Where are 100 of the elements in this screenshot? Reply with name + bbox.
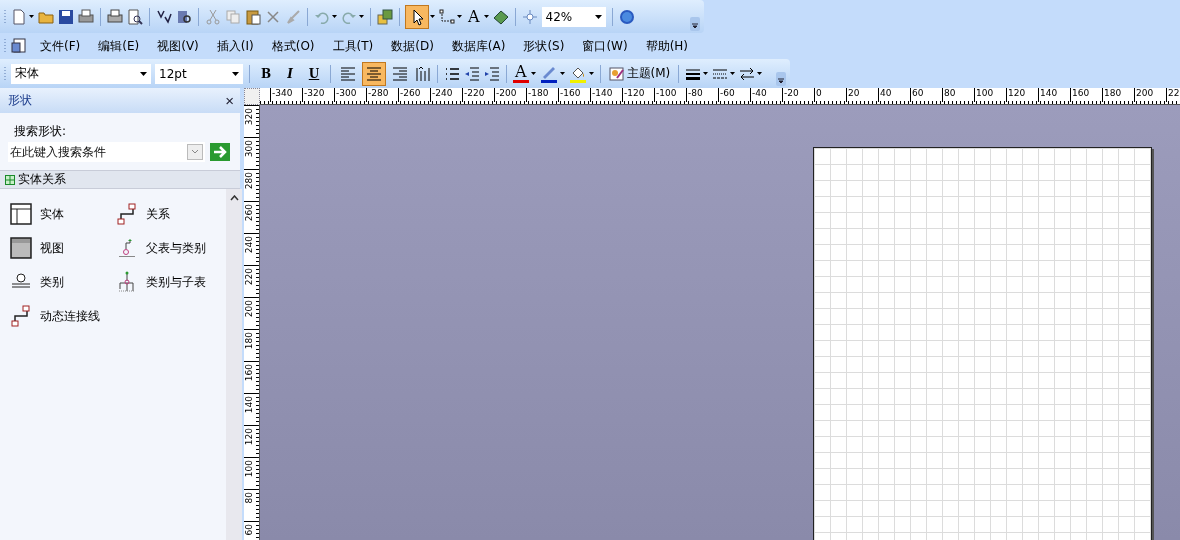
- ruler-label: 140: [244, 396, 255, 414]
- go-arrow-icon[interactable]: [210, 143, 230, 161]
- dropdown-icon[interactable]: [359, 15, 364, 18]
- dropdown-icon[interactable]: [530, 72, 536, 75]
- ruler-label: 80: [244, 492, 255, 504]
- dropdown-icon[interactable]: [588, 72, 594, 75]
- bullet-list-icon[interactable]: [444, 65, 460, 82]
- distribute-icon[interactable]: [415, 65, 431, 82]
- ruler-label: 160: [244, 364, 255, 382]
- connector-icon[interactable]: [439, 8, 455, 25]
- close-button[interactable]: ×: [225, 92, 234, 109]
- ruler-label: 220: [244, 268, 255, 286]
- connector-icon: [116, 203, 138, 225]
- dropdown-icon[interactable]: [29, 15, 34, 18]
- shape-item[interactable]: 实体: [10, 197, 116, 231]
- ruler-label: 60: [244, 524, 255, 536]
- scrollbar[interactable]: [226, 189, 242, 540]
- menu-item[interactable]: 工具(T): [325, 37, 381, 55]
- printer-icon[interactable]: [107, 8, 123, 25]
- shape-item[interactable]: 类别与子表: [116, 265, 226, 299]
- spelling-icon[interactable]: [156, 8, 172, 25]
- menu-item[interactable]: 帮助(H): [638, 37, 695, 55]
- dropdown-icon[interactable]: [594, 14, 602, 19]
- ruler-label: -160: [558, 88, 590, 102]
- increase-indent-icon[interactable]: [484, 65, 500, 82]
- align-center-button[interactable]: [363, 62, 385, 85]
- stencil-title: 实体关系: [18, 171, 66, 188]
- underline-button[interactable]: U: [304, 66, 324, 81]
- save-icon[interactable]: [58, 8, 74, 25]
- theme-button[interactable]: 主题(M): [606, 65, 673, 82]
- toolbar-options-icon[interactable]: [776, 72, 786, 86]
- print-preview-icon[interactable]: [127, 8, 143, 25]
- text-tool-button[interactable]: A: [466, 7, 482, 26]
- ruler-label: -240: [430, 88, 462, 102]
- menu-item[interactable]: 视图(V): [150, 37, 206, 55]
- ruler-label: -300: [334, 88, 366, 102]
- menu-item[interactable]: 窗口(W): [575, 37, 635, 55]
- shape-item[interactable]: 父表与类别: [116, 231, 226, 265]
- font-dropdown[interactable]: 宋体: [11, 63, 151, 84]
- toolbar-options-icon[interactable]: [690, 17, 700, 31]
- dropdown-icon[interactable]: [232, 71, 239, 76]
- ruler-label: 240: [244, 236, 255, 254]
- italic-button[interactable]: I: [280, 66, 300, 81]
- decrease-indent-icon[interactable]: [464, 65, 480, 82]
- pan-icon[interactable]: [521, 8, 538, 25]
- menu-item[interactable]: 编辑(E): [91, 37, 147, 55]
- ruler-label: 22: [1166, 88, 1180, 102]
- stencil-header[interactable]: 实体关系: [0, 170, 240, 189]
- search-box[interactable]: 在此键入搜索条件: [8, 142, 205, 162]
- font-size-dropdown[interactable]: 12pt: [155, 63, 243, 84]
- ruler-label: 60: [910, 88, 942, 102]
- document-icon[interactable]: [11, 38, 27, 54]
- shape-item[interactable]: 动态连接线: [10, 299, 116, 333]
- zoom-dropdown[interactable]: 42%: [541, 6, 606, 27]
- dropdown-icon[interactable]: [457, 15, 462, 18]
- ruler-label: -340: [270, 88, 302, 102]
- shape-item[interactable]: 关系: [116, 197, 226, 231]
- ruler-label: -40: [750, 88, 782, 102]
- dropdown-icon[interactable]: [140, 71, 147, 76]
- ruler-label: -220: [462, 88, 494, 102]
- dropdown-icon[interactable]: [430, 15, 435, 18]
- window-icon: [10, 237, 32, 259]
- scroll-up-icon[interactable]: [229, 195, 239, 201]
- ruler-label: -60: [718, 88, 750, 102]
- dropdown-icon[interactable]: [703, 72, 709, 75]
- menu-item[interactable]: 格式(O): [264, 37, 322, 55]
- ruler-label: 100: [244, 460, 255, 478]
- drawing-canvas[interactable]: [260, 105, 1180, 540]
- shape-item[interactable]: 视图: [10, 231, 116, 265]
- ruler-label: -280: [366, 88, 398, 102]
- shape-item[interactable]: 类别: [10, 265, 116, 299]
- delete-icon[interactable]: [265, 8, 281, 25]
- ruler-label: 280: [244, 172, 255, 190]
- ruler-label: 200: [1134, 88, 1166, 102]
- ruler-label: 80: [942, 88, 974, 102]
- dropdown-icon[interactable]: [730, 72, 736, 75]
- line-color-icon[interactable]: [539, 64, 558, 83]
- dropdown-icon[interactable]: [559, 72, 565, 75]
- menu-item[interactable]: 数据库(A): [444, 37, 513, 55]
- ruler-label: -180: [526, 88, 558, 102]
- ruler-label: -140: [590, 88, 622, 102]
- menu-item[interactable]: 形状(S): [516, 37, 572, 55]
- clipboard-icon[interactable]: [245, 8, 261, 25]
- menu-item[interactable]: 文件(F): [33, 37, 88, 55]
- dropdown-icon[interactable]: [757, 72, 763, 75]
- ruler-label: 120: [244, 428, 255, 446]
- bold-button[interactable]: B: [256, 66, 276, 81]
- dropdown-icon[interactable]: [483, 15, 489, 18]
- printer-icon[interactable]: [78, 8, 94, 25]
- line-ends-icon[interactable]: [739, 65, 756, 82]
- font-color-button[interactable]: A: [513, 64, 529, 83]
- ruler-label: 40: [878, 88, 910, 102]
- ruler-label: -120: [622, 88, 654, 102]
- dropdown-icon[interactable]: [332, 15, 337, 18]
- pointer-icon[interactable]: [406, 5, 428, 28]
- ruler-label: 100: [974, 88, 1006, 102]
- arrow-icon: [116, 237, 138, 259]
- shapes-icon[interactable]: [377, 8, 393, 25]
- menu-item[interactable]: 数据(D): [384, 37, 441, 55]
- menu-item[interactable]: 插入(I): [209, 37, 261, 55]
